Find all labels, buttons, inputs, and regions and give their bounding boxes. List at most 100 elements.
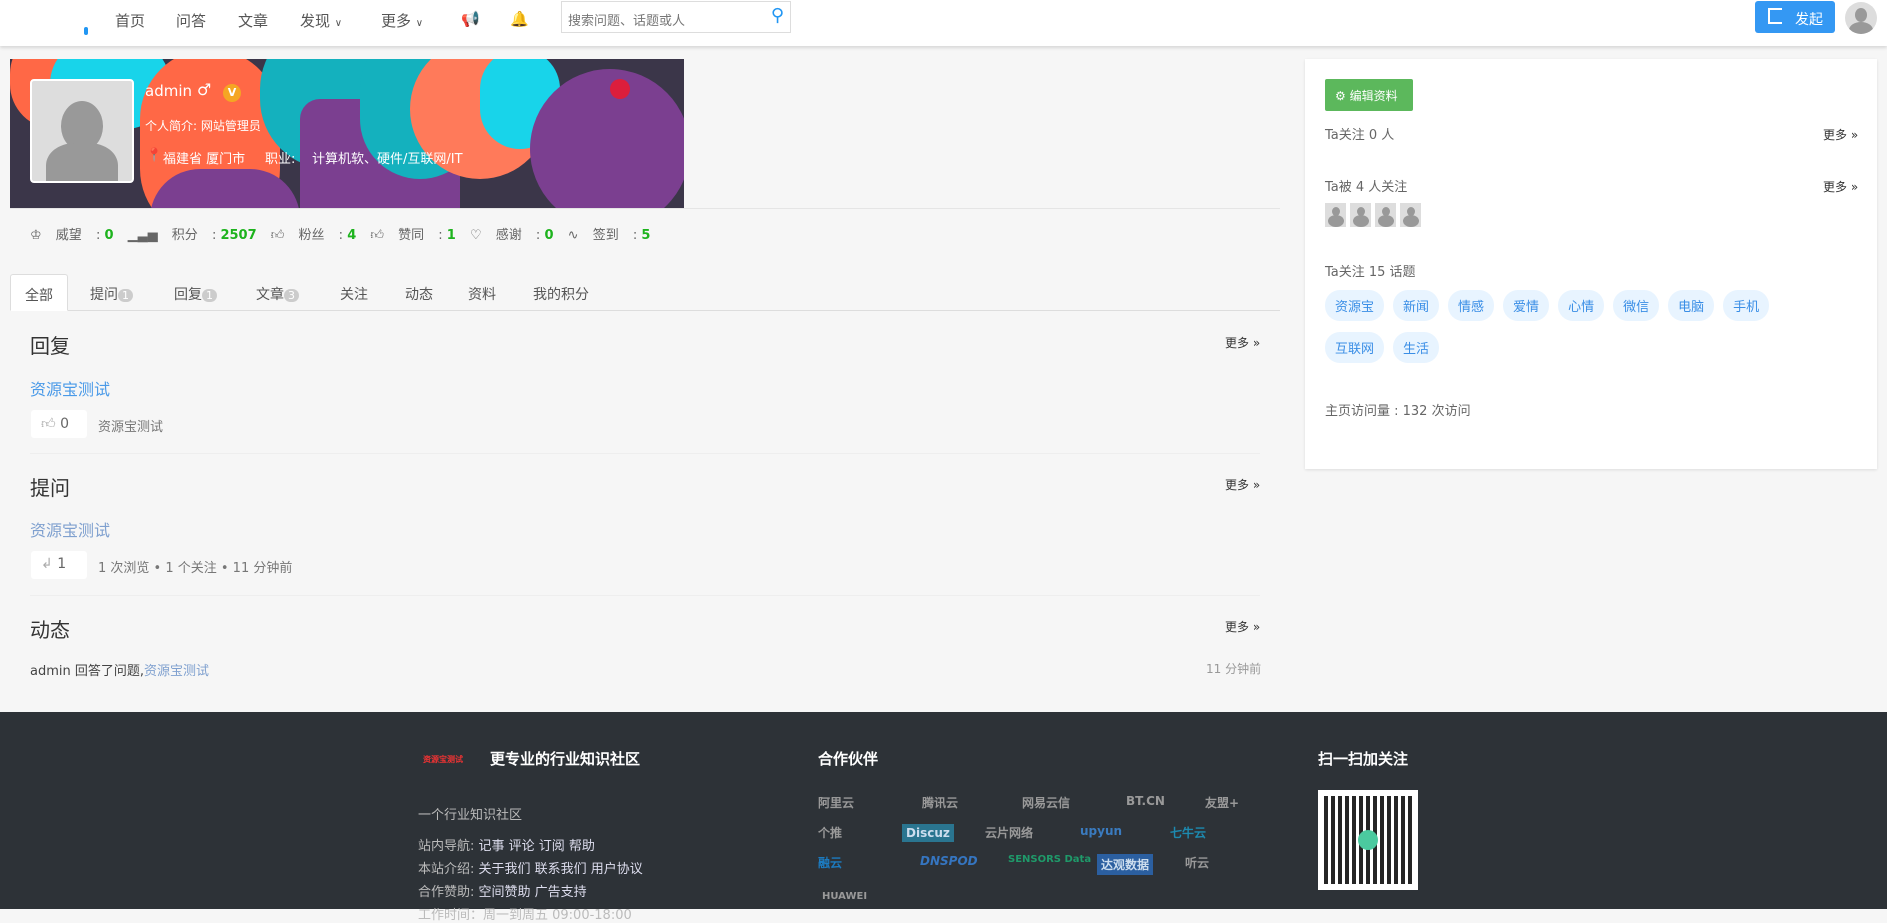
- footer-slogan: 更专业的行业知识社区: [490, 750, 641, 768]
- heart-icon: ♡: [469, 228, 482, 243]
- footer-logo: 资源宝测试: [423, 755, 463, 764]
- reply-excerpt: 资源宝测试: [98, 420, 164, 435]
- question-link[interactable]: 资源宝测试: [30, 517, 110, 541]
- nav-discover[interactable]: 发现 ∨: [300, 10, 342, 31]
- tab-all[interactable]: 全部: [10, 274, 68, 311]
- questions-more-link[interactable]: 更多 »: [1225, 476, 1260, 493]
- edit-profile-button[interactable]: ⚙ 编辑资料: [1325, 79, 1413, 111]
- bell-icon[interactable]: 🔔: [510, 10, 529, 28]
- topic-tag[interactable]: 互联网: [1325, 332, 1385, 363]
- partner-logo[interactable]: 达观数据: [1097, 854, 1154, 875]
- tab-replies[interactable]: 回复 1: [174, 274, 217, 311]
- partner-logo[interactable]: upyun: [1080, 824, 1122, 838]
- partner-logo[interactable]: 云片网络: [985, 824, 1033, 841]
- megaphone-icon[interactable]: 📢: [461, 10, 480, 28]
- pulse-icon: ∿: [567, 228, 579, 243]
- footer-nav-links[interactable]: 记事 评论 订阅 帮助: [479, 839, 595, 854]
- top-navbar: 首页 问答 文章 发现 ∨ 更多 ∨ 📢 🔔 搜索问题、话题或人 ⚲ 发起: [0, 0, 1887, 46]
- activity-user[interactable]: admin: [30, 664, 71, 679]
- partners-title: 合作伙伴: [818, 750, 879, 768]
- follower-avatar[interactable]: [1400, 203, 1421, 227]
- followers-more-link[interactable]: 更多 »: [1823, 178, 1858, 195]
- search-input[interactable]: 搜索问题、话题或人: [568, 10, 685, 29]
- partner-logo[interactable]: 友盟+: [1205, 794, 1239, 811]
- reply-question-link[interactable]: 资源宝测试: [30, 376, 110, 400]
- topic-tag[interactable]: 心情: [1558, 290, 1605, 321]
- nav-home[interactable]: 首页: [115, 10, 145, 31]
- profile-avatar: [30, 79, 134, 183]
- user-avatar[interactable]: [1845, 2, 1877, 34]
- tab-following[interactable]: 关注: [340, 274, 368, 311]
- qr-title: 扫一扫加关注: [1318, 750, 1409, 768]
- location-pin-icon: 📍: [146, 148, 163, 163]
- partner-logo[interactable]: 融云: [818, 854, 842, 871]
- nav-articles[interactable]: 文章: [238, 10, 268, 31]
- stat-points: ▁▃▅ 积分 : 2507: [127, 228, 257, 243]
- topic-tags: 资源宝 新闻 情感 爱情 心情 微信 电脑 手机互联网 生活: [1325, 290, 1825, 374]
- following-more-link[interactable]: 更多 »: [1823, 126, 1858, 143]
- nav-more[interactable]: 更多 ∨: [381, 10, 423, 31]
- topic-tag[interactable]: 电脑: [1668, 290, 1715, 321]
- partner-logo[interactable]: 七牛云: [1170, 824, 1206, 841]
- profile-tabs: 全部 提问 1 回复 1 文章 3 关注 动态 资料 我的积分: [10, 274, 1280, 311]
- publish-label: 发起: [1795, 12, 1823, 28]
- site-logo[interactable]: [84, 27, 88, 35]
- partner-logo[interactable]: BT.CN: [1126, 794, 1165, 808]
- following-count: Ta关注 0 人: [1325, 128, 1395, 143]
- follower-avatar[interactable]: [1325, 203, 1346, 227]
- count-badge: 1: [118, 289, 133, 302]
- stat-checkin: ∿ 签到 : 5: [567, 228, 651, 243]
- partner-logo[interactable]: 听云: [1185, 854, 1209, 871]
- partner-logo[interactable]: DNSPOD: [920, 854, 978, 868]
- activity-link[interactable]: 资源宝测试: [144, 664, 209, 679]
- footer-about: 本站介绍: 关于我们 联系我们 用户协议: [418, 862, 643, 877]
- topic-tag[interactable]: 新闻: [1393, 290, 1440, 321]
- topic-tag[interactable]: 手机: [1723, 290, 1770, 321]
- tab-questions[interactable]: 提问 1: [90, 274, 133, 311]
- search-icon[interactable]: ⚲: [771, 5, 784, 26]
- footer-sponsor-links[interactable]: 空间赞助 广告支持: [479, 885, 587, 900]
- topic-tag[interactable]: 生活: [1393, 332, 1440, 363]
- thumb-icon: 👍︎: [370, 228, 384, 243]
- follower-avatar[interactable]: [1350, 203, 1371, 227]
- profile-location: 福建省 厦门市: [163, 152, 246, 167]
- profile-intro: 个人简介: 网站管理员: [145, 119, 261, 133]
- stat-fans: 👍︎ 粉丝 : 4: [270, 228, 357, 243]
- nav-questions[interactable]: 问答: [176, 10, 206, 31]
- follower-avatar[interactable]: [1375, 203, 1396, 227]
- partner-logo[interactable]: 腾讯云: [922, 794, 958, 811]
- gear-icon: ⚙: [1335, 89, 1346, 103]
- partner-logo[interactable]: SENSORS Data: [1008, 854, 1091, 865]
- replies-more-link[interactable]: 更多 »: [1225, 334, 1260, 351]
- count-badge: 1: [202, 289, 217, 302]
- tab-activity[interactable]: 动态: [405, 274, 433, 311]
- topic-tag[interactable]: 情感: [1448, 290, 1495, 321]
- profile-job: 计算机软、硬件/互联网/IT: [312, 152, 463, 167]
- questions-section-title: 提问: [30, 476, 70, 500]
- partner-logo[interactable]: HUAWEI: [822, 891, 867, 902]
- footer-about-links[interactable]: 关于我们 联系我们 用户协议: [479, 862, 643, 877]
- gender-male-icon: ♂: [197, 80, 212, 99]
- followers-count: Ta被 4 人关注: [1325, 180, 1408, 195]
- nav-discover-label: 发现: [300, 12, 331, 30]
- question-meta: 1 次浏览 • 1 个关注 • 11 分钟前: [98, 561, 293, 576]
- partner-logo[interactable]: Discuz: [902, 824, 954, 842]
- topics-count: Ta关注 15 话题: [1325, 265, 1416, 280]
- partner-logo[interactable]: 个推: [818, 824, 842, 841]
- topic-tag[interactable]: 爱情: [1503, 290, 1550, 321]
- tab-my-points[interactable]: 我的积分: [533, 274, 589, 311]
- tab-articles[interactable]: 文章 3: [256, 274, 299, 311]
- topic-tag[interactable]: 资源宝: [1325, 290, 1385, 321]
- partner-logo[interactable]: 阿里云: [818, 794, 854, 811]
- home-icon: [1358, 830, 1378, 850]
- activity-section-title: 动态: [30, 618, 70, 642]
- vote-count[interactable]: 👍︎ 0: [31, 410, 87, 438]
- search-box[interactable]: 搜索问题、话题或人 ⚲: [561, 1, 791, 33]
- footer: 资源宝测试 更专业的行业知识社区 一个行业知识社区 站内导航: 记事 评论 订阅…: [0, 712, 1887, 923]
- partner-logo[interactable]: 网易云信: [1022, 794, 1070, 811]
- activity-more-link[interactable]: 更多 »: [1225, 618, 1260, 635]
- chevron-down-icon: ∨: [415, 18, 424, 29]
- topic-tag[interactable]: 微信: [1613, 290, 1660, 321]
- publish-button[interactable]: 发起: [1755, 1, 1835, 33]
- tab-profile[interactable]: 资料: [468, 274, 496, 311]
